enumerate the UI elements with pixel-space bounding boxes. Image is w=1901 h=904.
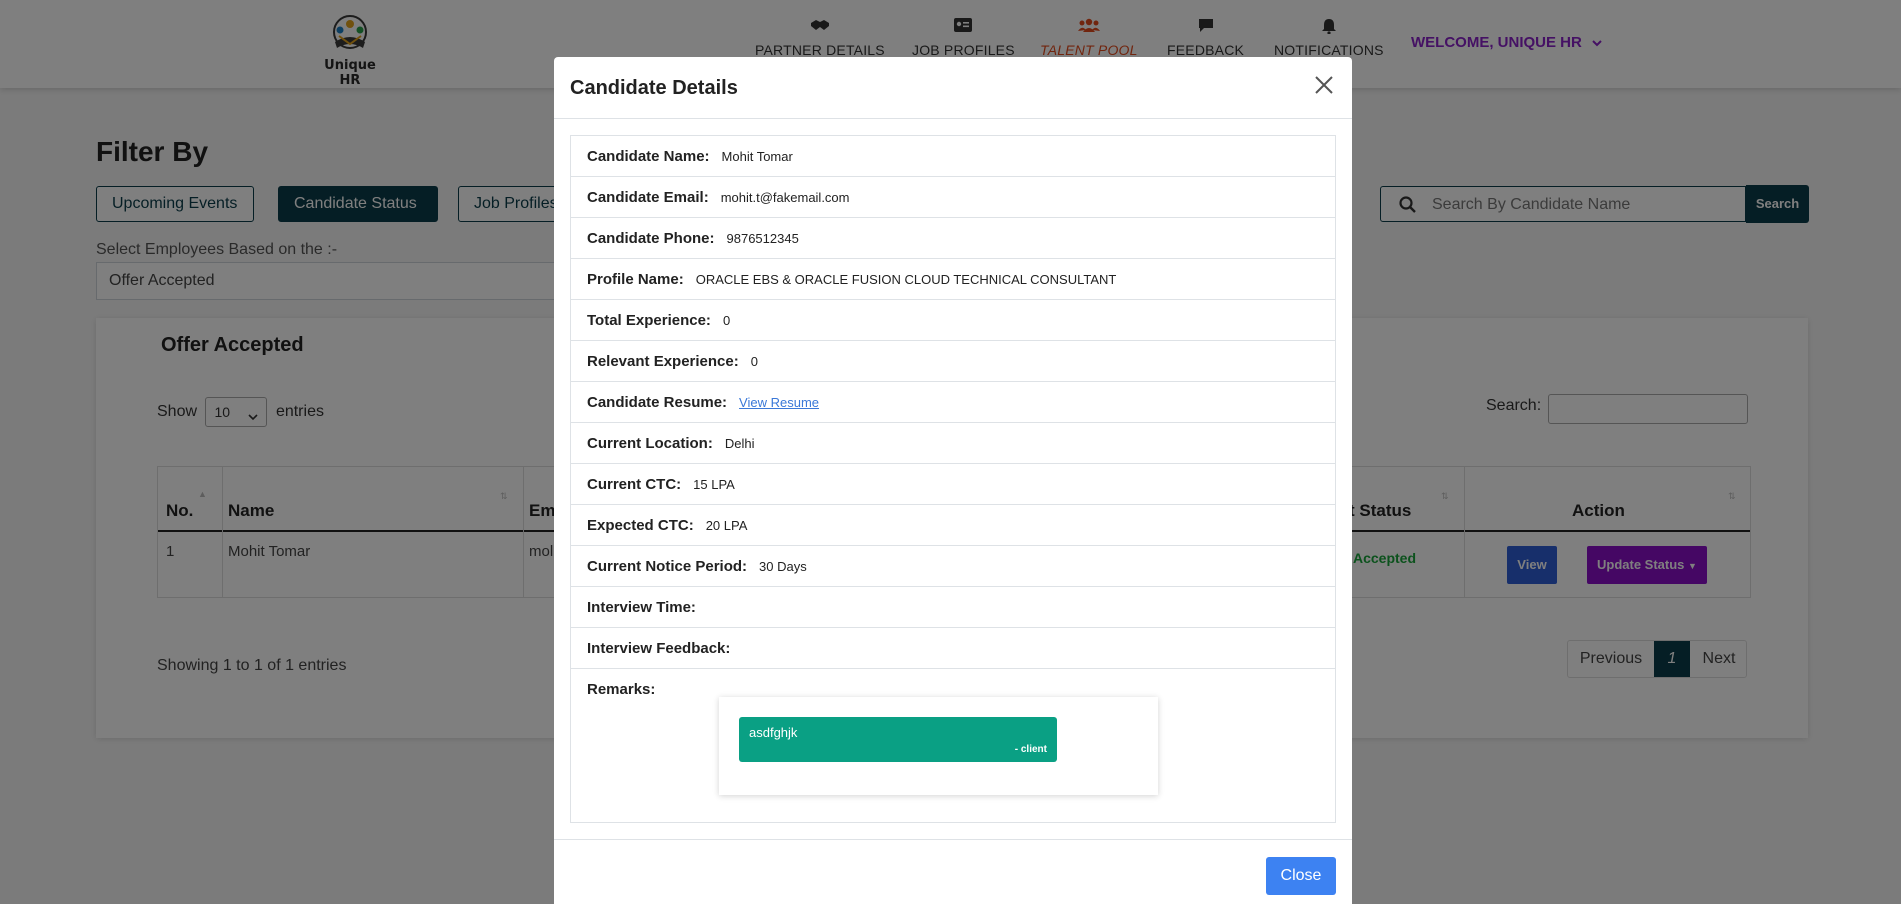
detail-value: ORACLE EBS & ORACLE FUSION CLOUD TECHNIC… (695, 272, 1117, 287)
close-icon[interactable] (1314, 75, 1338, 99)
detail-value: 0 (750, 354, 758, 369)
detail-row-location: Current Location: Delhi (571, 423, 1335, 464)
detail-label: Current CTC: 15 LPA (587, 476, 735, 493)
detail-row-name: Candidate Name: Mohit Tomar (571, 136, 1335, 177)
detail-row-total-experience: Total Experience: 0 (571, 300, 1335, 341)
detail-label: Relevant Experience: 0 (587, 353, 758, 370)
modal-title: Candidate Details (570, 77, 738, 99)
detail-row-interview-time: Interview Time: (571, 587, 1335, 628)
detail-label: Expected CTC: 20 LPA (587, 517, 748, 534)
detail-label: Profile Name: ORACLE EBS & ORACLE FUSION … (587, 271, 1117, 288)
remark-text: asdfghjk (749, 725, 798, 740)
detail-label: Candidate Name: Mohit Tomar (587, 148, 793, 165)
modal-header: Candidate Details (554, 57, 1352, 119)
remark-author: - client (1014, 744, 1047, 755)
detail-row-interview-feedback: Interview Feedback: (571, 628, 1335, 669)
remark-message: asdfghjk - client (739, 717, 1057, 762)
detail-label: Candidate Email: mohit.t@fakemail.com (587, 189, 850, 206)
candidate-details-modal: Candidate Details Candidate Name: Mohit T… (554, 57, 1352, 904)
detail-label: Candidate Resume: View Resume (587, 394, 820, 411)
detail-row-email: Candidate Email: mohit.t@fakemail.com (571, 177, 1335, 218)
remarks-panel: asdfghjk - client (719, 697, 1158, 795)
detail-value: 20 LPA (705, 518, 748, 533)
detail-row-phone: Candidate Phone: 9876512345 (571, 218, 1335, 259)
detail-label: Current Notice Period: 30 Days (587, 558, 807, 575)
detail-label: Total Experience: 0 (587, 312, 731, 329)
detail-value: 15 LPA (693, 477, 735, 492)
detail-value: 9876512345 (726, 231, 799, 246)
detail-row-current-ctc: Current CTC: 15 LPA (571, 464, 1335, 505)
view-resume-link[interactable]: View Resume (739, 395, 819, 410)
detail-label: Current Location: Delhi (587, 435, 755, 452)
detail-row-profile: Profile Name: ORACLE EBS & ORACLE FUSION … (571, 259, 1335, 300)
detail-value: Mohit Tomar (721, 149, 793, 164)
detail-label: Remarks: (587, 681, 656, 698)
detail-label: Candidate Phone: 9876512345 (587, 230, 799, 247)
detail-row-expected-ctc: Expected CTC: 20 LPA (571, 505, 1335, 546)
detail-row-relevant-experience: Relevant Experience: 0 (571, 341, 1335, 382)
detail-label: Interview Time: (587, 599, 696, 616)
detail-value: mohit.t@fakemail.com (720, 190, 850, 205)
detail-value: 30 Days (759, 559, 807, 574)
close-button[interactable]: Close (1266, 857, 1336, 895)
detail-label: Interview Feedback: (587, 640, 731, 657)
detail-value: Delhi (724, 436, 755, 451)
detail-row-resume: Candidate Resume: View Resume (571, 382, 1335, 423)
detail-value: 0 (722, 313, 731, 328)
detail-row-notice-period: Current Notice Period: 30 Days (571, 546, 1335, 587)
modal-footer-divider (554, 839, 1352, 840)
